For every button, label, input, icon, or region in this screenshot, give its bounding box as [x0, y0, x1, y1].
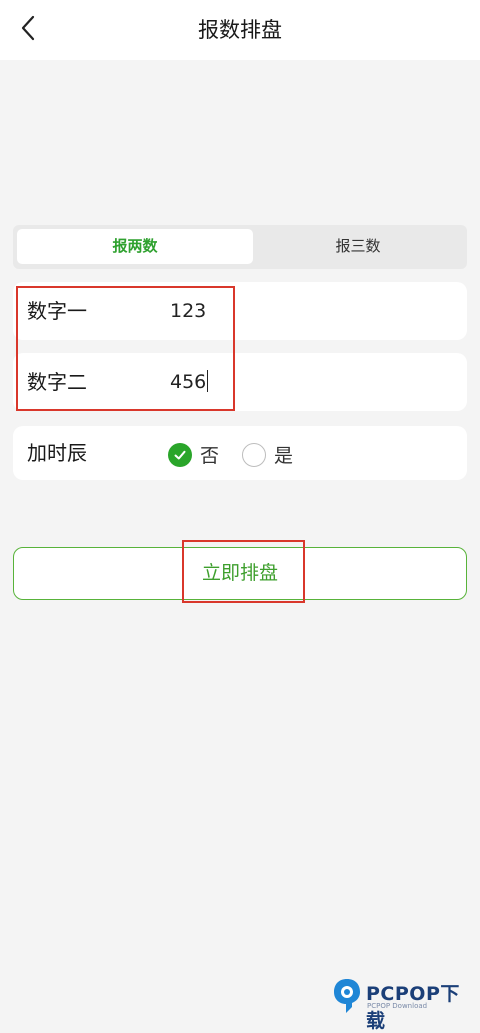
number-one-label: 数字一 [27, 299, 87, 323]
app-header: 报数排盘 [0, 0, 480, 60]
time-option-row: 加时辰 否 是 [13, 426, 467, 480]
number-one-row: 数字一 123 [13, 282, 467, 340]
page-title: 报数排盘 [198, 18, 282, 42]
tab-three-numbers[interactable]: 报三数 [253, 229, 463, 264]
radio-no[interactable]: 否 [168, 441, 219, 468]
empty-circle-icon [242, 442, 266, 467]
time-option-label: 加时辰 [27, 441, 87, 465]
number-two-input[interactable]: 456 [170, 353, 209, 411]
text-caret [207, 370, 209, 392]
radio-no-label: 否 [200, 445, 220, 467]
number-two-label: 数字二 [27, 370, 87, 394]
watermark-subtext: PCPOP Download [367, 1002, 428, 1010]
number-two-row: 数字二 456 [13, 353, 467, 411]
tab-two-numbers[interactable]: 报两数 [17, 229, 253, 264]
radio-yes[interactable]: 是 [242, 441, 293, 468]
number-one-input[interactable]: 123 [170, 282, 206, 340]
watermark: PCPOP下载 PCPOP Download [331, 975, 476, 1032]
pcpop-logo-icon [331, 977, 363, 1019]
number-two-value: 456 [170, 371, 207, 393]
check-circle-icon [168, 442, 192, 467]
mode-tabs: 报两数 报三数 [13, 225, 467, 269]
radio-yes-label: 是 [274, 445, 294, 467]
submit-button[interactable]: 立即排盘 [13, 547, 467, 600]
